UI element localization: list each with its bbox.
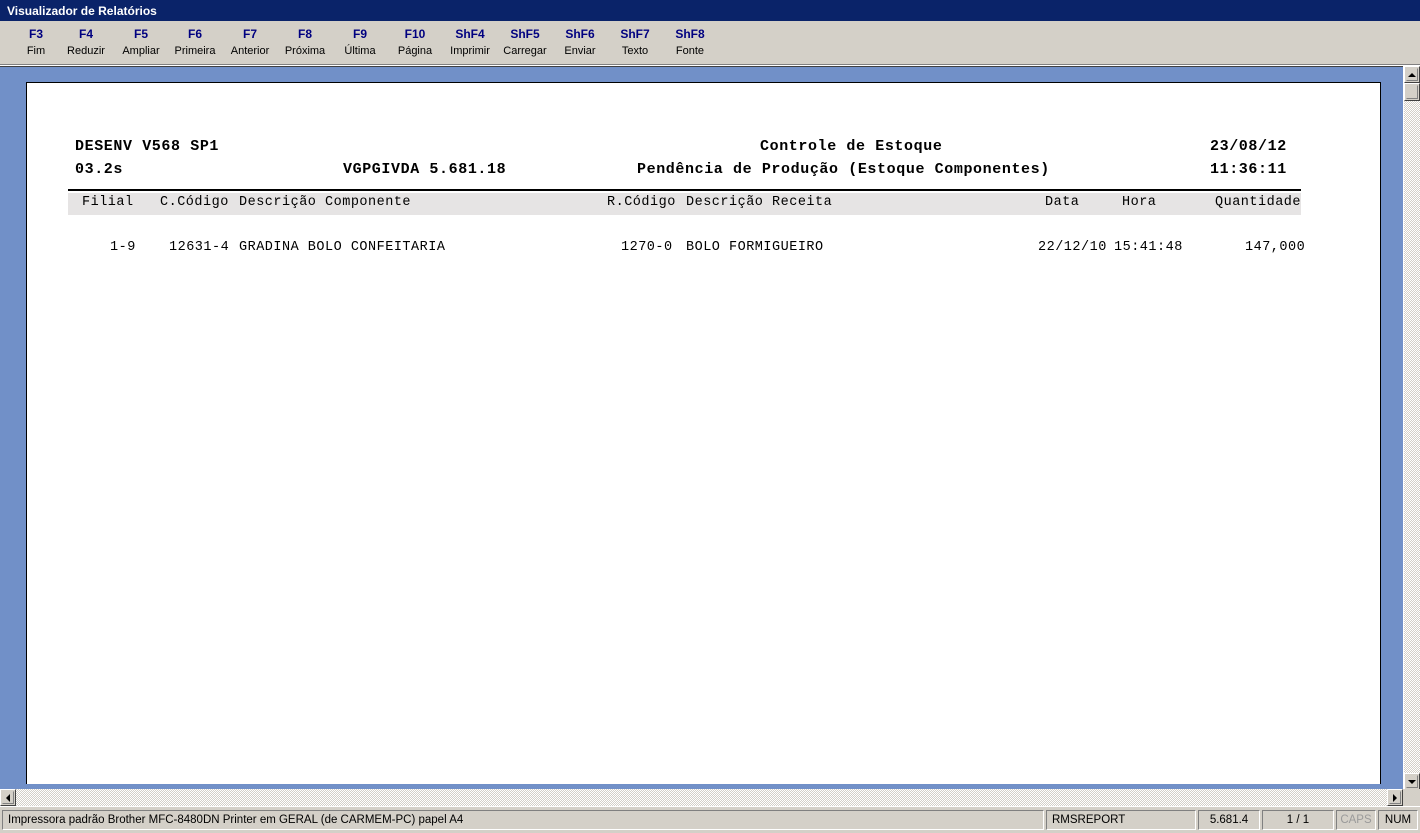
report-program-label: VGPGIVDA 5.681.18	[343, 161, 507, 178]
report-system-label: DESENV V568 SP1	[75, 138, 220, 155]
status-caps-lock: CAPS	[1336, 809, 1376, 830]
table-row: 1270-0	[621, 240, 673, 255]
vertical-scrollbar-thumb[interactable]	[1404, 83, 1420, 101]
status-bar: Impressora padrão Brother MFC-8480DN Pri…	[0, 806, 1420, 833]
function-key-toolbar: F3 Fim F4 Reduzir F5 Ampliar F6 Primeira F7 Anter…	[0, 21, 1420, 66]
status-app-name: RMSREPORT	[1046, 809, 1196, 830]
report-header-rule	[68, 189, 1301, 191]
status-page-indicator: 1 / 1	[1262, 809, 1334, 830]
arrow-down-icon	[1408, 779, 1416, 784]
vertical-scrollbar-track[interactable]	[1404, 83, 1420, 773]
report-elapsed-label: 03.2s	[75, 161, 124, 178]
table-row: GRADINA BOLO CONFEITARIA	[239, 240, 446, 255]
thumb-bevel	[1406, 85, 1418, 99]
toolbar-button-fonte[interactable]: ShF8 Fonte	[654, 27, 726, 58]
table-row: 12631-4	[169, 240, 230, 255]
scroll-up-button[interactable]	[1404, 66, 1420, 83]
scrollbar-corner	[1403, 789, 1420, 806]
arrow-up-icon	[1408, 72, 1416, 77]
scroll-right-button[interactable]	[1387, 789, 1403, 806]
table-row: BOLO FORMIGUEIRO	[686, 240, 824, 255]
report-date: 23/08/12	[1210, 138, 1287, 155]
window-titlebar: Visualizador de Relatórios	[0, 0, 1420, 21]
report-title-line-2: Pendência de Produção (Estoque Component…	[637, 161, 1050, 178]
report-title-line-1: Controle de Estoque	[760, 138, 943, 155]
table-row: 22/12/10	[1038, 240, 1107, 255]
table-row: 15:41:48	[1114, 240, 1183, 255]
column-header-desc-receita: Descrição Receita	[686, 195, 833, 210]
arrow-left-icon	[6, 793, 10, 802]
scroll-down-button[interactable]	[1404, 773, 1420, 790]
column-header-desc-componente: Descrição Componente	[239, 195, 412, 210]
report-page: DESENV V568 SP1 03.2s VGPGIVDA 5.681.18 …	[26, 82, 1381, 784]
vertical-scrollbar[interactable]	[1403, 66, 1420, 790]
status-version: 5.681.4	[1198, 809, 1260, 830]
table-row: 1-9	[110, 240, 136, 255]
column-header-r-codigo: R.Código	[607, 195, 676, 210]
toolbar-button-label: Fonte	[675, 45, 705, 57]
status-printer: Impressora padrão Brother MFC-8480DN Pri…	[2, 809, 1044, 830]
column-header-c-codigo: C.Código	[160, 195, 229, 210]
scroll-left-button[interactable]	[0, 789, 16, 806]
status-num-lock: NUM	[1378, 809, 1418, 830]
horizontal-scrollbar[interactable]	[0, 789, 1403, 806]
window-title: Visualizador de Relatórios	[7, 3, 157, 18]
column-header-data: Data	[1045, 195, 1080, 210]
report-time: 11:36:11	[1210, 161, 1287, 178]
column-header-hora: Hora	[1122, 195, 1157, 210]
arrow-right-icon	[1393, 793, 1397, 802]
report-content: DESENV V568 SP1 03.2s VGPGIVDA 5.681.18 …	[27, 83, 1380, 627]
document-scroll-area[interactable]: DESENV V568 SP1 03.2s VGPGIVDA 5.681.18 …	[2, 68, 1394, 784]
toolbar-button-key: ShF8	[675, 27, 705, 41]
horizontal-scrollbar-track[interactable]	[16, 789, 1403, 806]
report-viewer-window: Visualizador de Relatórios F3 Fim F4 Reduzi…	[0, 0, 1420, 833]
column-header-filial: Filial	[82, 195, 134, 210]
table-row: 147,000	[1245, 240, 1306, 255]
column-header-quantidade: Quantidade	[1215, 195, 1302, 210]
